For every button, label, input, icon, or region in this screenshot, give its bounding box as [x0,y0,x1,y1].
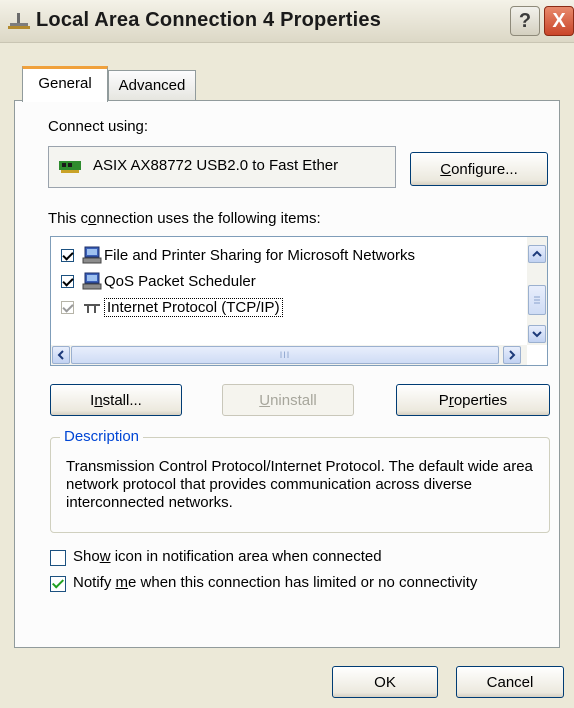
description-title: Description [60,428,144,445]
chevron-down-icon [532,331,542,338]
adapter-name: ASIX AX88772 USB2.0 to Fast Ether [93,157,339,174]
list-item-file-printer-sharing[interactable]: File and Printer Sharing for Microsoft N… [61,243,415,267]
help-button[interactable]: ? [510,6,540,36]
scroll-right-button[interactable] [503,346,521,364]
vertical-scrollbar[interactable] [527,237,547,345]
properties-label: Properties [438,391,508,409]
show-icon-checkbox[interactable] [50,550,66,566]
item-checkbox[interactable] [61,300,74,314]
show-icon-label[interactable]: Show icon in notification area when conn… [73,548,382,565]
network-connection-icon [8,13,30,29]
network-service-icon [82,246,102,264]
chevron-right-icon [509,350,516,360]
list-item-qos[interactable]: QoS Packet Scheduler [61,269,256,293]
chevron-up-icon [532,250,542,257]
uninstall-button[interactable]: Uninstall [222,384,354,416]
item-label: Internet Protocol (TCP/IP) [104,297,283,317]
window-title: Local Area Connection 4 Properties [36,9,382,31]
install-button[interactable]: Install... [50,384,182,416]
protocol-icon [84,304,100,313]
install-label: Install... [90,391,142,409]
configure-button[interactable]: Configure... [410,152,548,186]
tab-general[interactable]: General [22,66,108,102]
properties-dialog: Local Area Connection 4 Properties ? X G… [0,0,574,708]
cancel-button[interactable]: Cancel [456,666,564,698]
scroll-left-button[interactable] [52,346,70,364]
connect-using-label: Connect using: [48,118,149,135]
horizontal-scrollbar[interactable]: III [51,345,527,365]
items-label: This connection uses the following items… [48,210,321,227]
title-bar[interactable]: Local Area Connection 4 Properties ? X [0,0,574,43]
item-label: QoS Packet Scheduler [104,272,256,290]
horizontal-scroll-thumb[interactable]: III [71,346,499,364]
adapter-display: ASIX AX88772 USB2.0 to Fast Ether [48,146,396,188]
vertical-scroll-thumb[interactable] [528,285,546,315]
item-checkbox[interactable] [61,274,74,288]
grip-icon: III [279,350,291,360]
tab-advanced[interactable]: Advanced [108,70,196,100]
configure-label: Configure... [440,160,518,178]
notify-checkbox[interactable] [50,576,66,592]
notify-label[interactable]: Notify me when this connection has limit… [73,574,477,591]
close-icon: X [552,9,566,32]
ok-button[interactable]: OK [332,666,438,698]
network-adapter-icon [59,161,81,173]
chevron-left-icon [57,350,64,360]
network-service-icon [82,272,102,290]
item-checkbox[interactable] [61,248,74,262]
uninstall-label: Uninstall [259,391,317,409]
properties-button[interactable]: Properties [396,384,550,416]
components-list[interactable]: File and Printer Sharing for Microsoft N… [50,236,548,366]
grip-icon [534,296,540,304]
scroll-up-button[interactable] [528,245,546,263]
close-button[interactable]: X [544,6,574,36]
help-icon: ? [518,9,532,32]
description-text: Transmission Control Protocol/Internet P… [66,458,533,511]
item-label: File and Printer Sharing for Microsoft N… [104,246,415,264]
list-item-tcpip[interactable]: Internet Protocol (TCP/IP) [61,295,283,319]
scroll-down-button[interactable] [528,325,546,343]
